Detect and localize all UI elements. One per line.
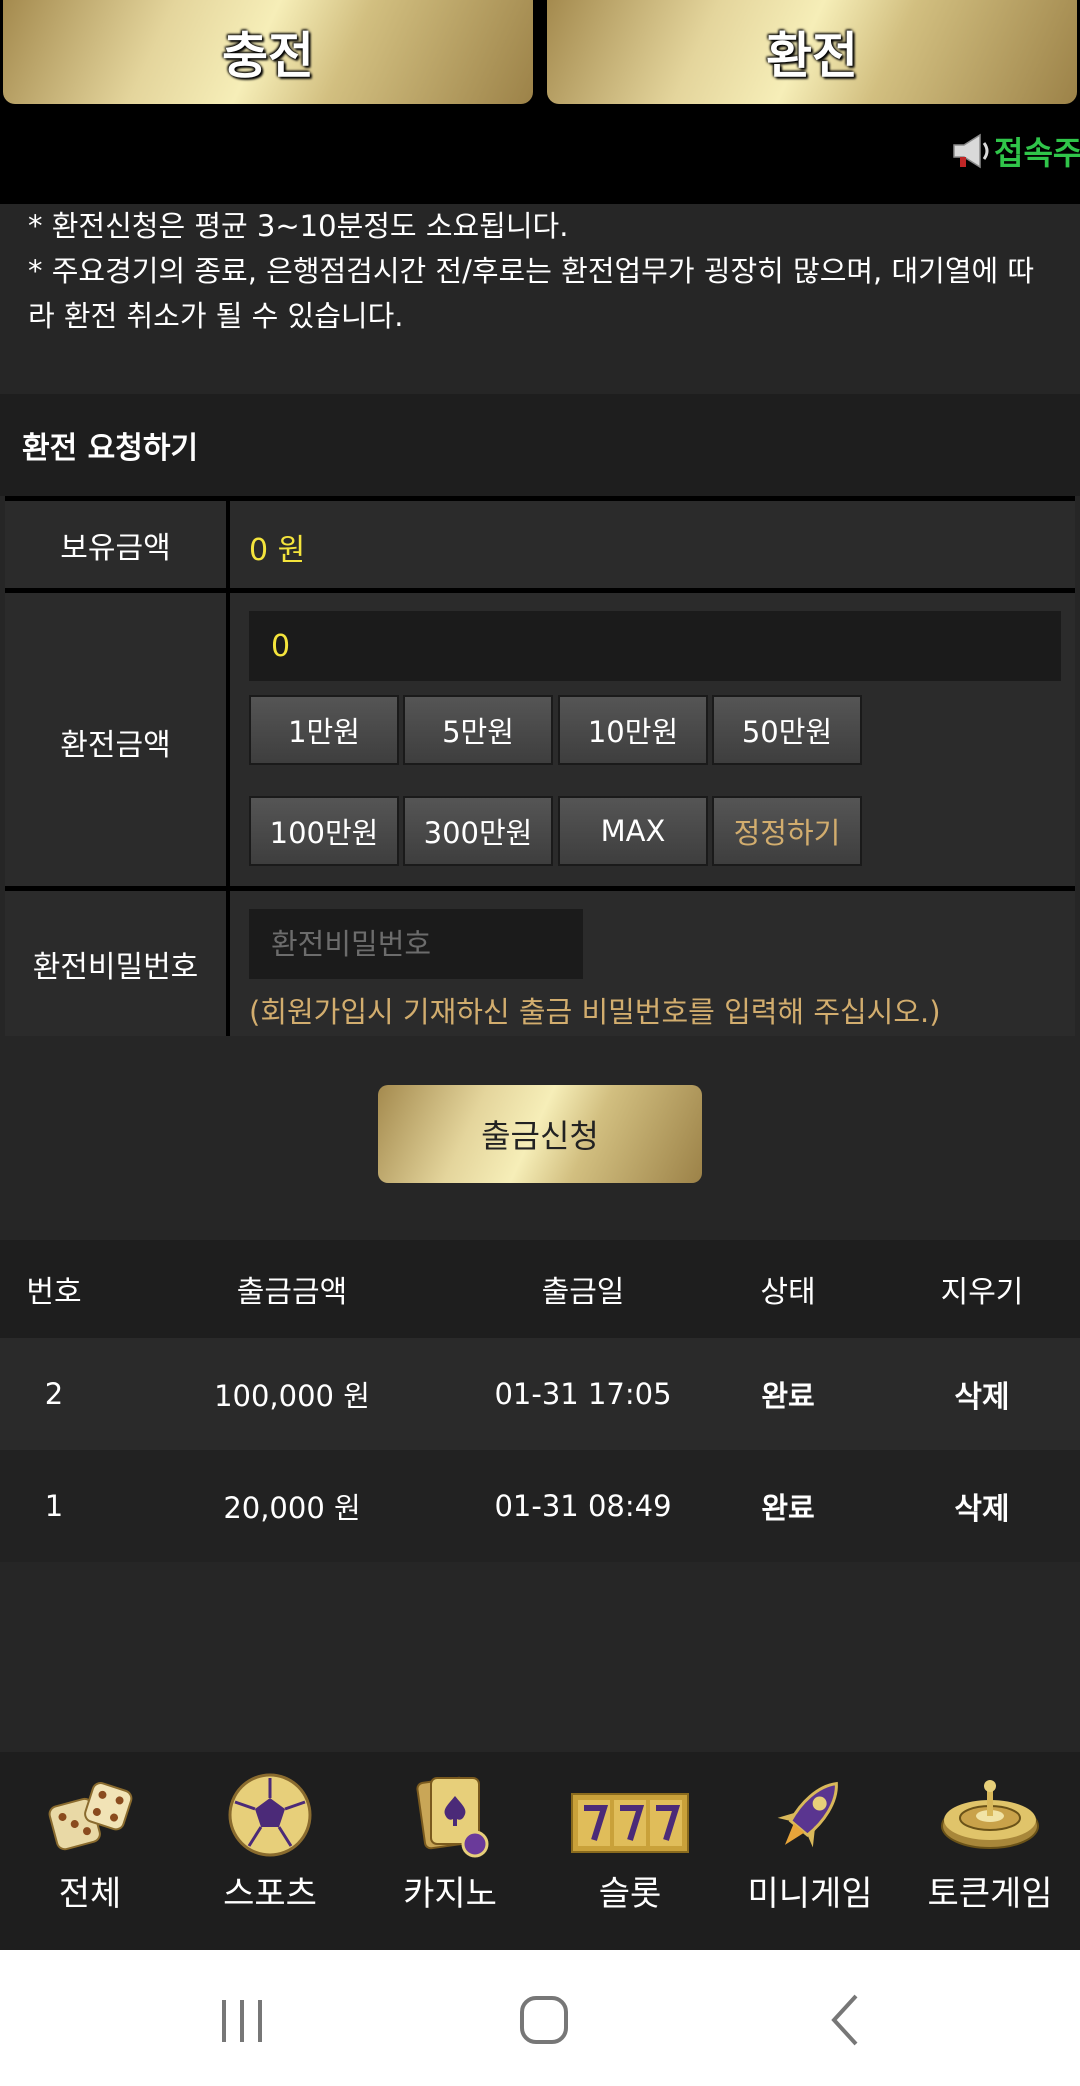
amount-input[interactable] [249,611,1061,681]
system-navigation-bar [0,1950,1080,2086]
column-header: 출금금액 [236,1275,348,1310]
table-row: 2 100,000 원 01-31 17:05 완료 삭제 [0,1338,1080,1450]
tab-charge[interactable]: 충전 [3,0,533,104]
row-number: 2 [44,1377,64,1411]
dice-icon [45,1770,135,1860]
back-icon[interactable] [806,1980,886,2060]
nav-label: 토큰게임 [927,1874,1053,1914]
column-header: 번호 [26,1275,82,1310]
top-tab-bar: 충전 환전 [0,0,1080,108]
section-title: 환전 요청하기 [0,394,1080,496]
row-status: 완료 [761,1491,815,1525]
amount-row: 환전금액 1만원 5만원 10만원 50만원 100만원 300만원 MAX 정… [5,588,1075,890]
submit-area: 출금신청 [0,1036,1080,1240]
row-date: 01-31 08:49 [494,1489,672,1523]
nav-item-slot[interactable]: 슬롯 [540,1752,720,1950]
nav-label: 스포츠 [223,1874,317,1914]
password-label: 환전비밀번호 [5,891,230,1036]
nav-item-sports[interactable]: 스포츠 [180,1752,360,1950]
notice-line: * 환전신청은 평균 3~10분정도 소요됩니다. [28,209,569,243]
announcement-marquee: 접속주 [0,108,1080,204]
delete-button[interactable]: 삭제 [922,1450,1042,1562]
nav-item-casino[interactable]: 카지노 [360,1752,540,1950]
quick-amount-1m-button[interactable]: 100만원 [249,796,399,866]
table-header: 번호 출금금액 출금일 상태 지우기 [0,1240,1080,1338]
recent-apps-icon[interactable] [202,1980,282,2060]
row-date: 01-31 17:05 [494,1377,672,1411]
withdraw-submit-button[interactable]: 출금신청 [378,1085,702,1183]
nav-label: 카지노 [403,1874,497,1914]
delete-button[interactable]: 삭제 [922,1338,1042,1450]
withdraw-history-table: 번호 출금금액 출금일 상태 지우기 2 100,000 원 01-31 17:… [0,1240,1080,1562]
balance-value: 0 원 [249,533,306,568]
quick-amount-500k-button[interactable]: 50만원 [712,695,862,765]
quick-amount-10k-button[interactable]: 1만원 [249,695,399,765]
amount-label: 환전금액 [5,593,230,890]
nav-label: 미니게임 [747,1874,873,1914]
withdraw-password-input[interactable] [249,909,583,979]
home-icon[interactable] [504,1980,584,2060]
nav-item-all[interactable]: 전체 [0,1752,180,1950]
rocket-icon [765,1770,855,1860]
roulette-icon [938,1770,1042,1860]
column-header: 출금일 [541,1275,625,1310]
quick-amount-3m-button[interactable]: 300만원 [403,796,553,866]
nav-item-token-game[interactable]: 토큰게임 [900,1752,1080,1950]
reset-amount-button[interactable]: 정정하기 [712,796,862,866]
marquee-content: 접속주 [950,128,1080,174]
column-header: 지우기 [940,1275,1024,1310]
row-status: 완료 [761,1379,815,1413]
game-category-nav: 전체 스포츠 카지노 슬롯 미니게임 토큰게임 [0,1752,1080,1950]
balance-row: 보유금액 0 원 [5,496,1075,588]
password-hint: (회원가입시 기재하신 출금 비밀번호를 입력해 주십시오.) [249,995,941,1029]
row-amount: 20,000 원 [223,1491,361,1525]
row-amount: 100,000 원 [214,1379,370,1413]
marquee-text: 접속주 [994,134,1080,172]
withdraw-notice: * 환전신청은 평균 3~10분정도 소요됩니다. * 주요경기의 종료, 은행… [0,204,1080,394]
slot-777-icon [570,1770,690,1860]
notice-line: * 주요경기의 종료, 은행점검시간 전/후로는 환전업무가 굉장히 많으며, … [28,254,1035,333]
tab-withdraw[interactable]: 환전 [547,0,1077,104]
megaphone-icon [950,131,992,171]
column-header: 상태 [760,1275,816,1310]
nav-item-minigame[interactable]: 미니게임 [720,1752,900,1950]
row-number: 1 [44,1489,64,1523]
quick-amount-50k-button[interactable]: 5만원 [403,695,553,765]
playing-cards-icon [405,1770,495,1860]
table-row: 1 20,000 원 01-31 08:49 완료 삭제 [0,1450,1080,1562]
quick-amount-100k-button[interactable]: 10만원 [558,695,708,765]
soccer-ball-icon [225,1770,315,1860]
nav-label: 전체 [58,1874,122,1914]
nav-label: 슬롯 [598,1874,662,1914]
max-amount-button[interactable]: MAX [558,796,708,866]
password-row: 환전비밀번호 (회원가입시 기재하신 출금 비밀번호를 입력해 주십시오.) [5,886,1075,1036]
balance-label: 보유금액 [5,501,230,588]
